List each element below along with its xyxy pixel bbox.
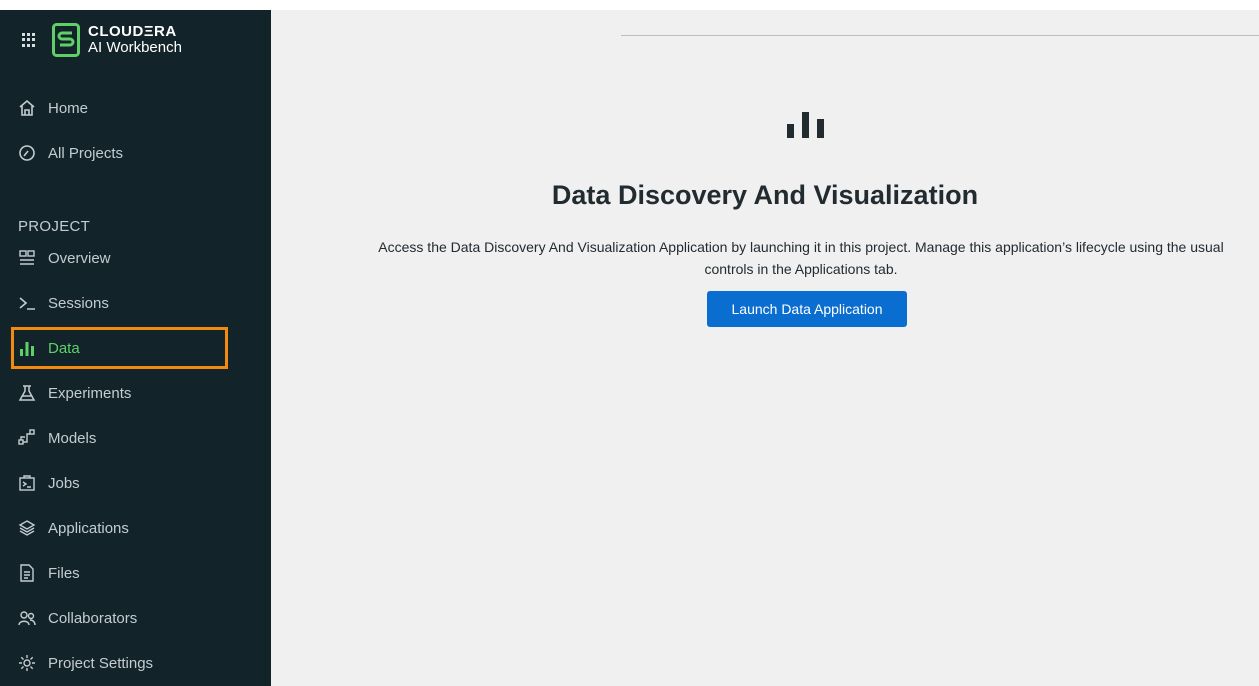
sidebar-item-label: Sessions [48,294,109,312]
file-icon [18,564,36,582]
sidebar: CLOUDΞRA AI Workbench Home All Projects … [0,10,271,686]
brand-text: CLOUDΞRA AI Workbench [88,24,182,56]
launch-data-application-button[interactable]: Launch Data Application [707,291,907,327]
sidebar-item-label: Experiments [48,384,132,402]
sidebar-item-label: Overview [48,249,111,267]
cloudera-logo-icon[interactable] [52,23,80,57]
sidebar-item-label: Jobs [48,474,80,492]
sidebar-item-label: Models [48,429,97,447]
main-content: Data Discovery And Visualization Access … [271,10,1259,686]
sidebar-item-all-projects[interactable]: All Projects [14,135,225,171]
home-icon [18,99,36,117]
sidebar-item-experiments[interactable]: Experiments [14,375,225,411]
jobs-icon [18,474,36,492]
project-section-label: PROJECT [18,218,91,235]
gauge-icon [18,144,36,162]
sidebar-item-label: Home [48,99,89,117]
sidebar-item-home[interactable]: Home [14,90,225,126]
gear-icon [18,654,36,672]
bar-chart-icon [787,112,824,138]
sidebar-item-label: Data [48,339,80,357]
sidebar-item-data[interactable]: Data [11,327,228,369]
page-title: Data Discovery And Visualization [551,180,979,210]
page-description: Access the Data Discovery And Visualizat… [378,239,1224,277]
brand-name: CLOUDΞRA [88,23,177,40]
sidebar-item-jobs[interactable]: Jobs [14,465,225,501]
sidebar-item-label: All Projects [48,144,124,162]
sidebar-item-overview[interactable]: Overview [14,240,225,276]
sidebar-item-files[interactable]: Files [14,555,225,591]
brand-product: AI Workbench [88,39,182,56]
sidebar-item-project-settings[interactable]: Project Settings [14,645,225,681]
overview-icon [18,249,36,267]
sidebar-item-models[interactable]: Models [14,420,225,456]
sidebar-item-label: Files [48,564,80,582]
brand: CLOUDΞRA AI Workbench [22,20,182,60]
sidebar-item-label: Project Settings [48,654,154,672]
flask-icon [18,384,36,402]
sidebar-item-label: Applications [48,519,129,537]
sidebar-item-collaborators[interactable]: Collaborators [14,600,225,636]
top-divider [621,35,1259,36]
layers-icon [18,519,36,537]
terminal-icon [18,294,36,312]
models-icon [18,429,36,447]
sidebar-item-sessions[interactable]: Sessions [14,285,225,321]
app-switcher-icon[interactable] [22,33,36,47]
sidebar-item-label: Collaborators [48,609,138,627]
bar-chart-icon [18,339,36,357]
people-icon [18,609,36,627]
sidebar-item-applications[interactable]: Applications [14,510,225,546]
